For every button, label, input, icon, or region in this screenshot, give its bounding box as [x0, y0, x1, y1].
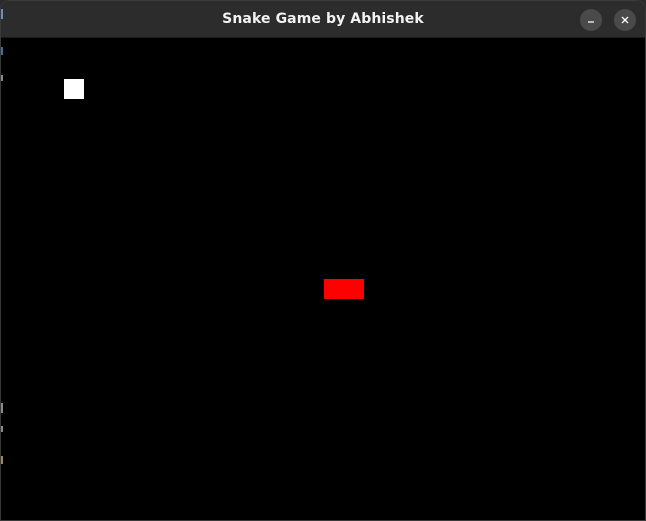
food-pellet: [64, 79, 84, 99]
snake-segment: [324, 279, 344, 299]
title-bar[interactable]: Snake Game by Abhishek: [1, 1, 645, 38]
close-icon: [621, 16, 629, 24]
background-window-edge: [1, 75, 3, 81]
background-window-edge: [1, 426, 3, 432]
minimize-icon: [588, 21, 594, 23]
background-window-edge: [1, 9, 3, 19]
background-window-edge: [1, 456, 3, 464]
minimize-button[interactable]: [580, 9, 602, 31]
snake-head: [344, 279, 364, 299]
background-window-edge: [1, 403, 3, 413]
game-canvas[interactable]: [1, 38, 645, 520]
game-window: Snake Game by Abhishek: [0, 0, 646, 521]
close-button[interactable]: [614, 9, 636, 31]
window-title: Snake Game by Abhishek: [222, 11, 424, 27]
background-window-edge: [1, 47, 3, 55]
